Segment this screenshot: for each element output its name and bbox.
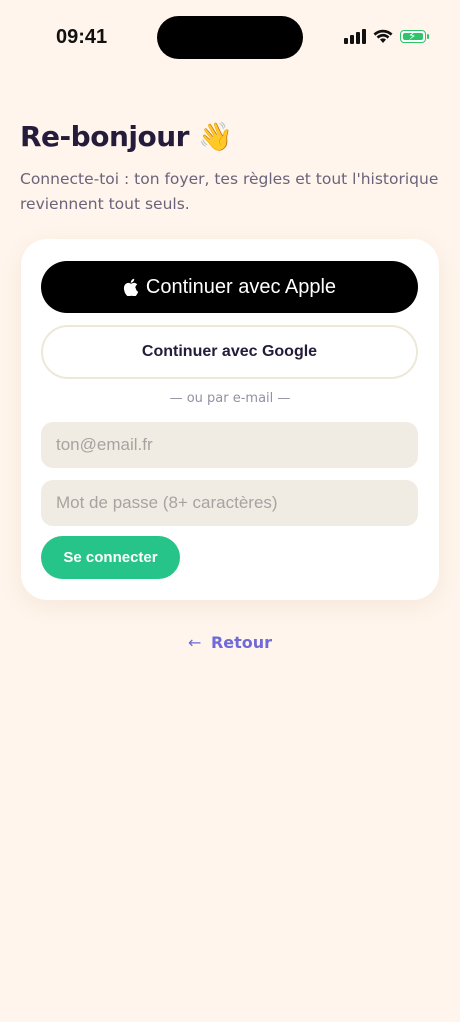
page-title: Re-bonjour 👋 (20, 120, 233, 153)
password-field[interactable] (41, 480, 418, 526)
login-button-label: Se connecter (63, 549, 158, 566)
status-icons: ⚡ (344, 28, 429, 44)
apple-button-label: Continuer avec Apple (145, 275, 337, 298)
page-subtitle: Connecte-toi : ton foyer, tes règles et … (20, 170, 439, 213)
email-divider: — ou par e-mail — (169, 391, 291, 406)
continue-with-apple-button[interactable]: Continuer avec Apple (41, 261, 418, 313)
continue-with-google-button[interactable]: Continuer avec Google (41, 325, 418, 379)
title-text: Re-bonjour (20, 120, 189, 153)
email-field[interactable] (41, 422, 418, 468)
back-link-label: Retour (210, 633, 273, 652)
signal-icon (344, 28, 366, 44)
login-card: Continuer avec Apple Continuer avec Goog… (21, 239, 439, 600)
login-button[interactable]: Se connecter (41, 536, 180, 579)
apple-icon (123, 278, 138, 296)
wave-emoji-icon: 👋 (198, 120, 233, 153)
wifi-icon (373, 29, 393, 43)
status-bar: 09:41 ⚡ (0, 0, 460, 78)
status-time: 09:41 (56, 26, 108, 48)
battery-icon: ⚡ (400, 29, 429, 43)
back-arrow-icon: ← (187, 633, 202, 652)
google-button-label: Continuer avec Google (141, 343, 318, 360)
back-link[interactable]: ← Retour (0, 633, 460, 652)
dynamic-island (157, 16, 303, 59)
